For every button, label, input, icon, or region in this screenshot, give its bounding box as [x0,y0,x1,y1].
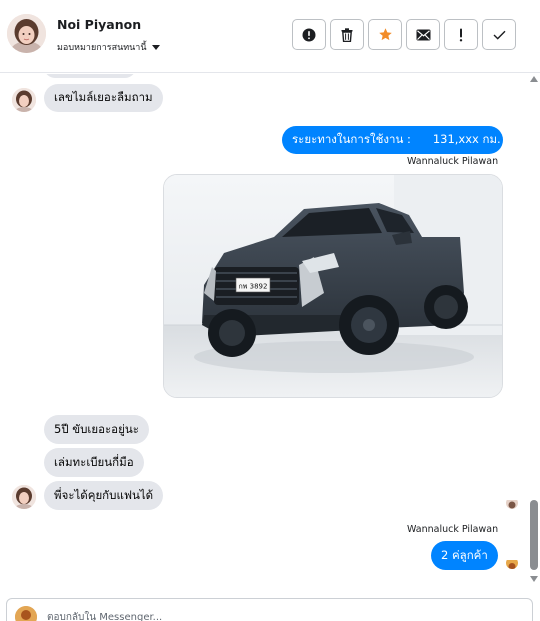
assign-label: มอบหมายการสนทนานี้ [57,43,147,53]
seen-indicator-avatar [506,557,518,569]
sender-name: Wannaluck Pilawan [407,524,499,535]
caret-down-icon [151,44,160,50]
message-photo-pickup-truck[interactable]: กพ 3892 [163,174,503,398]
message-text: เล่มทะเบียนกี่มือ [54,454,134,469]
scroll-down-arrow[interactable] [530,576,538,582]
header-actions [292,19,516,50]
star-button[interactable] [368,19,402,50]
reply-input[interactable] [47,609,517,621]
contact-name[interactable]: Noi Piyanon [57,17,141,32]
star-icon [378,28,392,41]
sender-name: Wannaluck Pilawan [407,156,499,167]
message-text: ระยะทางในการใช้งาน : 131,xxx กม. [292,132,501,146]
seen-indicator-avatar [506,497,518,509]
message-bubble-incoming[interactable]: พี่จะได้คุยกับแฟนได้ [44,481,164,510]
message-text: เลขไมล์เยอะลืมถาม [54,90,153,104]
trash-icon [341,27,353,42]
message-bubble-outgoing[interactable]: ระยะทางในการใช้งาน : 131,xxx กม. [282,126,503,154]
message-bubble-incoming[interactable]: เล่มทะเบียนกี่มือ [44,448,144,477]
mark-unread-button[interactable] [406,19,440,50]
page-avatar [15,606,37,621]
exclamation-circle-icon [302,28,316,41]
contact-avatar-small [12,88,36,112]
message-bubble-incoming [44,74,136,78]
message-bubble-incoming[interactable]: 5ปี ขับเยอะอยู่นะ [44,415,149,444]
message-text: 2 ค่ลูกค้า [441,547,488,562]
exclamation-icon [459,28,463,41]
contact-avatar[interactable] [7,14,46,53]
reply-composer [6,598,533,621]
conversation-header: Noi Piyanon มอบหมายการสนทนานี้ [0,0,540,73]
mark-done-button[interactable] [482,19,516,50]
messenger-conversation: Noi Piyanon มอบหมายการสนทนานี้ เลขไมล์เย… [0,0,540,621]
follow-up-button[interactable] [444,19,478,50]
envelope-icon [416,29,430,40]
assign-conversation-dropdown[interactable]: มอบหมายการสนทนานี้ [57,40,160,54]
message-text: 5ปี ขับเยอะอยู่นะ [54,421,139,436]
scrollbar-thumb[interactable] [530,500,538,570]
delete-button[interactable] [330,19,364,50]
scroll-up-arrow[interactable] [530,76,538,82]
check-icon [493,30,505,40]
message-bubble-incoming[interactable]: เลขไมล์เยอะลืมถาม [44,84,163,112]
contact-avatar-small [12,485,36,509]
report-spam-button[interactable] [292,19,326,50]
message-text: พี่จะได้คุยกับแฟนได้ [54,487,154,502]
message-bubble-outgoing[interactable]: 2 ค่ลูกค้า [431,541,498,570]
license-plate-text: กพ 3892 [239,283,268,291]
